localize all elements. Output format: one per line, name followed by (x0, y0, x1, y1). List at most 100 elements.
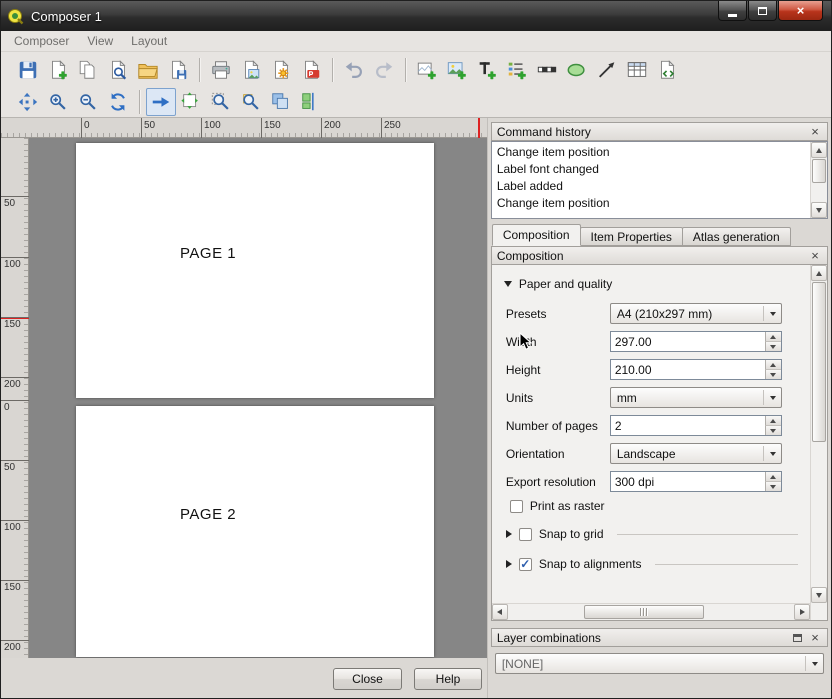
composer-manager-button[interactable] (103, 56, 133, 84)
redo-button[interactable] (369, 56, 399, 84)
snap-to-grid-checkbox[interactable] (519, 528, 532, 541)
menu-view[interactable]: View (78, 32, 122, 50)
help-button[interactable]: Help (414, 668, 482, 690)
scrollbar-thumb[interactable] (812, 282, 826, 442)
close-dialog-button[interactable]: Close (333, 668, 402, 690)
close-button[interactable] (778, 1, 823, 21)
zoom-in-button[interactable] (43, 88, 73, 116)
scroll-down-icon[interactable] (811, 587, 827, 603)
tab-item-properties[interactable]: Item Properties (580, 227, 683, 246)
history-item[interactable]: Change item position (495, 144, 809, 161)
add-new-legend-button[interactable] (502, 56, 532, 84)
orientation-combo[interactable]: Landscape (610, 443, 782, 464)
load-from-template-button[interactable] (133, 56, 163, 84)
width-spinbox[interactable]: 297.00 (610, 331, 782, 352)
new-composition-button[interactable] (43, 56, 73, 84)
titlebar[interactable]: Composer 1 (1, 1, 831, 31)
export-resolution-spinbox[interactable]: 300 dpi (610, 471, 782, 492)
command-history-list[interactable]: Change item positionLabel font changedLa… (491, 141, 828, 219)
history-scrollbar[interactable] (810, 142, 827, 218)
refresh-view-button[interactable] (103, 88, 133, 116)
spin-down-icon[interactable] (765, 369, 781, 379)
save-as-template-button[interactable] (163, 56, 193, 84)
zoom-in-icon (47, 91, 69, 113)
close-panel-icon[interactable] (808, 631, 822, 645)
close-panel-icon[interactable] (808, 249, 822, 263)
add-html-frame-icon (656, 59, 678, 81)
add-html-frame-button[interactable] (652, 56, 682, 84)
num-pages-spinbox[interactable]: 2 (610, 415, 782, 436)
page-2-label[interactable]: PAGE 2 (180, 506, 236, 523)
scroll-right-icon[interactable] (794, 604, 810, 620)
tab-composition[interactable]: Composition (492, 224, 581, 246)
spin-up-icon[interactable] (765, 472, 781, 481)
page-1-label[interactable]: PAGE 1 (180, 245, 236, 262)
composition-vscrollbar[interactable] (810, 265, 827, 620)
zoom-out-button[interactable] (73, 88, 103, 116)
scroll-up-icon[interactable] (811, 265, 827, 281)
save-composition-button[interactable] (13, 56, 43, 84)
zoom-to-item-button[interactable] (236, 88, 266, 116)
page-2[interactable]: PAGE 2 (76, 406, 434, 657)
history-item[interactable]: Label added (495, 178, 809, 195)
zoom-full-button[interactable] (13, 88, 43, 116)
add-image-button[interactable] (442, 56, 472, 84)
height-spinbox[interactable]: 210.00 (610, 359, 782, 380)
spin-up-icon[interactable] (765, 416, 781, 425)
print-as-raster-label: Print as raster (530, 499, 605, 513)
scrollbar-thumb[interactable] (584, 605, 704, 619)
composition-viewport[interactable]: PAGE 1 PAGE 2 (29, 138, 487, 658)
spin-down-icon[interactable] (765, 341, 781, 351)
spin-down-icon[interactable] (765, 481, 781, 491)
print-as-raster-checkbox[interactable] (510, 500, 523, 513)
add-new-map-button[interactable] (412, 56, 442, 84)
spin-down-icon[interactable] (765, 425, 781, 435)
export-as-pdf-button[interactable] (296, 56, 326, 84)
ruler-label: 150 (4, 319, 21, 330)
units-combo[interactable]: mm (610, 387, 782, 408)
presets-combo[interactable]: A4 (210x297 mm) (610, 303, 782, 324)
export-as-image-button[interactable] (236, 56, 266, 84)
history-item[interactable]: Change item position (495, 195, 809, 212)
spin-up-icon[interactable] (765, 360, 781, 369)
maximize-button[interactable] (748, 1, 777, 21)
align-items-icon (300, 91, 322, 113)
zoom-region-button[interactable] (206, 88, 236, 116)
undo-button[interactable] (339, 56, 369, 84)
print-button[interactable] (206, 56, 236, 84)
minimize-button[interactable] (718, 1, 747, 21)
group-items-button[interactable] (266, 88, 296, 116)
tab-atlas-generation[interactable]: Atlas generation (682, 227, 791, 246)
add-label-button[interactable] (472, 56, 502, 84)
move-item-content-button[interactable] (176, 88, 206, 116)
add-arrow-button[interactable] (592, 56, 622, 84)
paper-quality-section[interactable]: Paper and quality (504, 277, 804, 291)
align-items-button[interactable] (296, 88, 326, 116)
snap-to-alignments-checkbox[interactable] (519, 558, 532, 571)
page-1[interactable]: PAGE 1 (76, 143, 434, 398)
expand-triangle-icon[interactable] (506, 530, 512, 538)
menu-layout[interactable]: Layout (122, 32, 176, 50)
add-attribute-table-button[interactable] (622, 56, 652, 84)
scrollbar-thumb[interactable] (812, 159, 826, 183)
ruler-tick (1, 400, 29, 401)
toolbar-separator (199, 58, 200, 82)
composition-hscrollbar[interactable] (492, 603, 810, 620)
snap-to-grid-section: Snap to grid (506, 527, 798, 541)
layer-combinations-combo[interactable]: [NONE] (495, 653, 824, 674)
export-resolution-value: 300 dpi (611, 472, 765, 491)
duplicate-composition-button[interactable] (73, 56, 103, 84)
export-as-svg-button[interactable] (266, 56, 296, 84)
add-ellipse-button[interactable] (562, 56, 592, 84)
scroll-up-icon[interactable] (811, 142, 827, 158)
spin-up-icon[interactable] (765, 332, 781, 341)
scroll-left-icon[interactable] (492, 604, 508, 620)
add-new-scalebar-button[interactable] (532, 56, 562, 84)
history-item[interactable]: Label font changed (495, 161, 809, 178)
menu-composer[interactable]: Composer (5, 32, 78, 50)
scroll-down-icon[interactable] (811, 202, 827, 218)
close-panel-icon[interactable] (808, 125, 822, 139)
float-panel-icon[interactable] (793, 634, 802, 642)
select-move-item-button[interactable] (146, 88, 176, 116)
expand-triangle-icon[interactable] (506, 560, 512, 568)
